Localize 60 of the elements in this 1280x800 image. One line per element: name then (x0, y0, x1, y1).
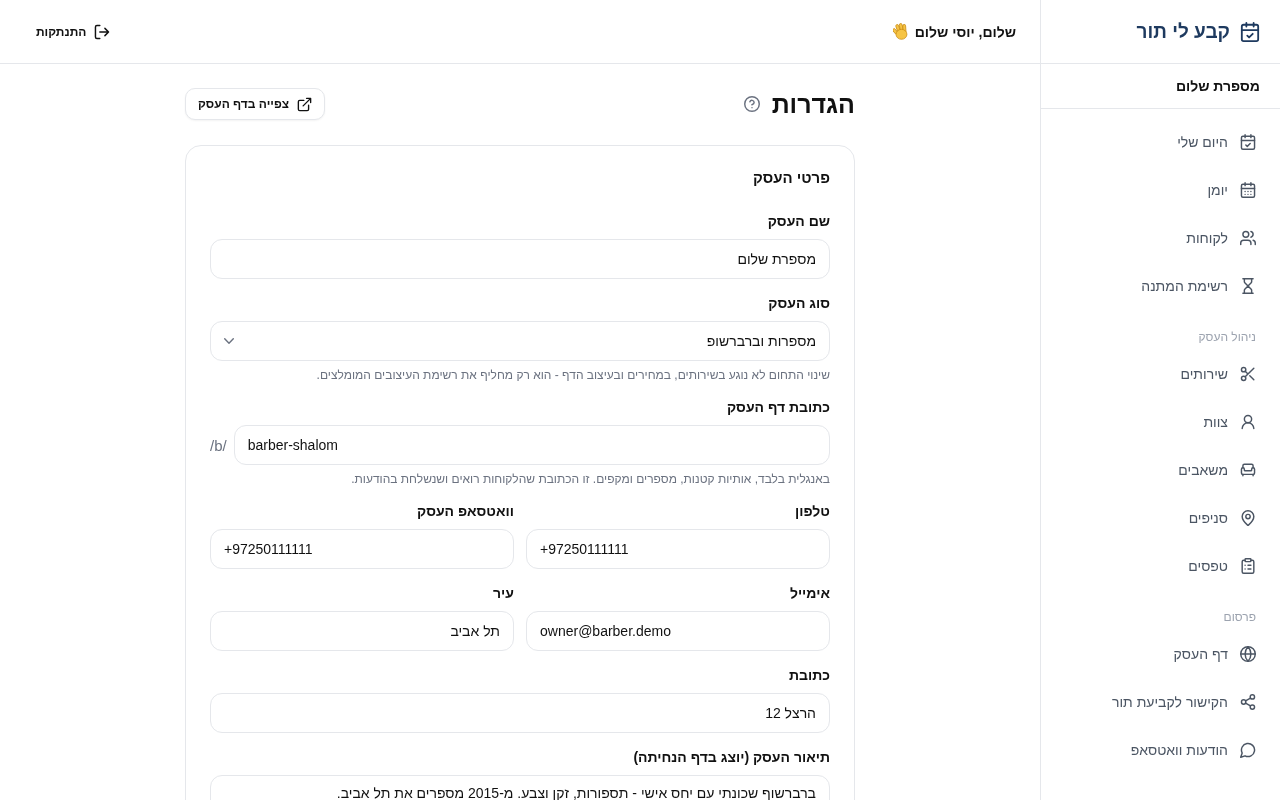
input-field[interactable]: +97250111111 (526, 529, 830, 569)
hand-icon (892, 23, 909, 40)
card-title: פרטי העסק (751, 168, 830, 188)
scissors-icon (1240, 366, 1256, 382)
nav-item[interactable]: משאבים (1041, 446, 1280, 494)
field-label: כתובת דף העסק (725, 398, 830, 417)
chevron-down-icon (224, 338, 234, 344)
chat-bubble-icon (1240, 742, 1256, 758)
nav-item[interactable]: טפסים (1041, 542, 1280, 590)
field-hint: באנגלית בלבד, אותיות קטנות, מספרים ומקפים. זו הכתובת שהלקוחות רואים ושנשלחת בהודעות. (350, 471, 830, 487)
calendar-icon (1240, 182, 1256, 198)
nav-item[interactable]: הקישור לקביעת תור (1041, 678, 1280, 726)
share-icon (1240, 694, 1256, 710)
nav-item[interactable]: רשימת המתנה (1041, 262, 1280, 310)
field-label: עיר (492, 584, 514, 603)
users-icon (1240, 230, 1256, 246)
logo-text: קבע לי תור (1136, 19, 1230, 44)
clipboard-icon (1240, 558, 1256, 574)
business-name: מספרת שלום (1175, 78, 1260, 94)
nav-item[interactable]: סניפים (1041, 494, 1280, 542)
field-label: שם העסק (766, 212, 830, 231)
nav-item[interactable]: שירותים (1041, 350, 1280, 398)
nav-item[interactable]: לקוחות (1041, 214, 1280, 262)
globe-icon (1240, 646, 1256, 662)
input-field[interactable]: owner@barber.demo (526, 611, 830, 651)
nav-item[interactable]: צוות (1041, 398, 1280, 446)
calendar-check-icon (1240, 21, 1260, 42)
input-field[interactable]: הרצל 12 (210, 693, 830, 733)
nav-section-heading: פרסום (1222, 609, 1257, 626)
input-field[interactable]: תל אביב (210, 611, 514, 651)
map-pin-icon (1240, 510, 1256, 526)
logout-icon (94, 23, 111, 40)
field-label: כתובת (787, 666, 830, 685)
field-label: וואטסאפ העסק (416, 502, 514, 521)
textarea-field[interactable]: ברברשוף שכונתי עם יחס אישי - תספורות, זקן וצבע. מ-2015 מספרים את תל אביב. (210, 775, 830, 800)
field-label: טלפון (794, 502, 830, 521)
field-hint: שינוי התחום לא נוגע בשירותים, במחירים ובעיצוב הדף - הוא רק מחליף את רשימת העיצובים המומלצים. (315, 367, 830, 383)
logout-button[interactable]: התנתקות (34, 21, 113, 42)
nav-item[interactable]: יומן (1041, 166, 1280, 214)
page-title: הגדרות (771, 89, 855, 120)
user-icon (1240, 414, 1256, 430)
help-icon[interactable] (743, 96, 760, 112)
dropdown-select[interactable]: מספרות וברברשופ (210, 321, 830, 361)
field-label: אימייל (788, 584, 830, 603)
nav-section-heading: ניהול העסק (1197, 329, 1257, 346)
url-prefix: /b/ (210, 436, 227, 454)
input-field[interactable]: barber-shalom (233, 425, 830, 465)
nav-item[interactable]: דף העסק (1041, 630, 1280, 678)
hourglass-icon (1240, 278, 1256, 294)
field-label: תיאור העסק (יוצג בדף הנחיתה) (632, 748, 830, 767)
field-label: סוג העסק (767, 294, 830, 313)
armchair-icon (1240, 462, 1256, 478)
nav-item[interactable]: הודעות וואטסאפ (1041, 726, 1280, 774)
calendar-check-icon (1240, 134, 1256, 150)
greeting-text: שלום, יוסי שלום (914, 23, 1016, 40)
external-link-icon (297, 96, 313, 112)
input-field[interactable]: מספרת שלום (210, 239, 830, 279)
view-page-button[interactable]: צפייה בדף העסק (185, 88, 326, 120)
nav-item[interactable]: היום שלי (1041, 118, 1280, 166)
input-field[interactable]: +97250111111 (210, 529, 514, 569)
